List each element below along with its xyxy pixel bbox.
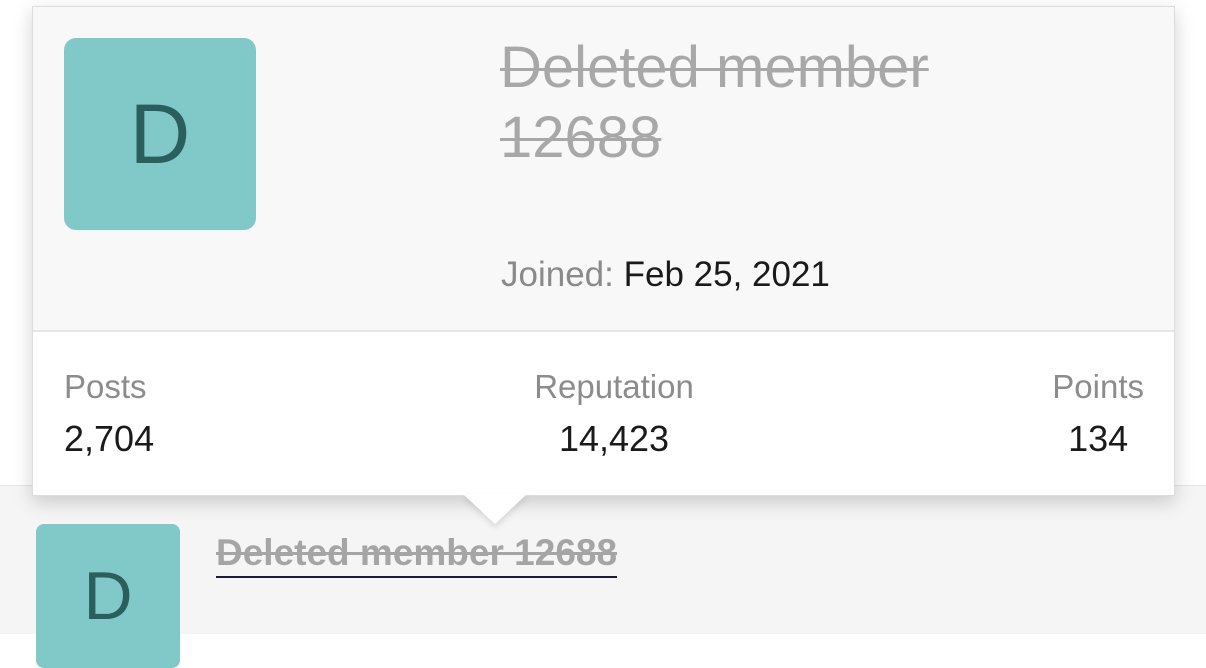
points-value: 134 [1068,418,1129,459]
member-tooltip: D Deleted member 12688 Joined: Feb 25, 2… [32,6,1175,524]
stat-reputation: Reputation 14,423 [489,367,739,461]
post-avatar-letter: D [83,558,133,634]
posts-value: 2,704 [64,418,155,459]
joined-info: Joined: Feb 25, 2021 [501,255,830,295]
posts-label: Posts [64,368,147,405]
reputation-label: Reputation [534,368,694,405]
tooltip-pointer [463,494,527,524]
reputation-value: 14,423 [558,418,670,459]
post-avatar[interactable]: D [36,524,180,668]
tooltip-username[interactable]: Deleted member 12688 [500,33,1060,173]
joined-date: Feb 25, 2021 [623,255,830,294]
tooltip-avatar[interactable]: D [64,38,256,230]
tooltip-avatar-letter: D [129,86,191,181]
stat-points: Points 134 [1052,367,1144,461]
stat-posts: Posts 2,704 [64,367,154,461]
joined-label: Joined: [501,255,614,294]
post-username-link[interactable]: Deleted member 12688 [216,532,618,578]
points-label: Points [1052,368,1144,405]
